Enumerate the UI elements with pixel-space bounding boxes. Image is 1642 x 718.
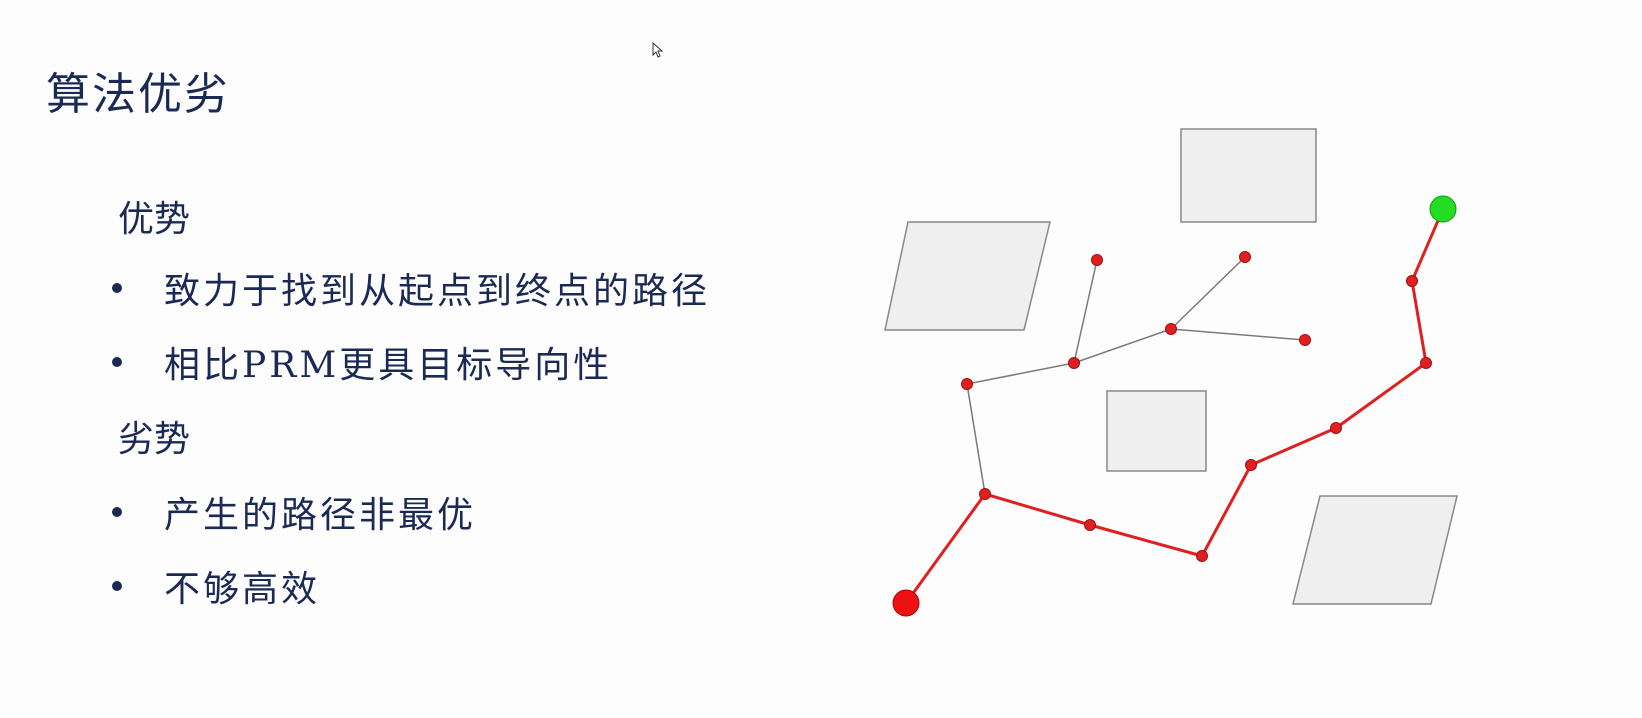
obstacle-parallelogram	[884, 221, 1051, 331]
path-node	[1330, 422, 1342, 434]
tree-edge	[966, 383, 986, 495]
path-node	[1420, 357, 1432, 369]
tree-edge	[966, 362, 1075, 385]
path-node	[1245, 459, 1257, 471]
path-node	[1406, 275, 1418, 287]
tree-node	[1239, 251, 1251, 263]
path-node	[1084, 519, 1096, 531]
obstacle-parallelogram	[1292, 495, 1458, 605]
tree-node	[1165, 323, 1177, 335]
obstacle-rect	[1106, 390, 1207, 472]
tree-edge	[1170, 256, 1246, 330]
tree-node	[979, 488, 991, 500]
goal-node	[1429, 195, 1457, 223]
tree-node	[1299, 334, 1311, 346]
tree-node	[1068, 357, 1080, 369]
rrt-diagram	[884, 128, 1458, 617]
tree-edge	[1073, 328, 1172, 364]
tree-edge	[1073, 259, 1098, 364]
obstacle-rect	[1180, 128, 1317, 223]
tree-node	[961, 378, 973, 390]
path-node	[1196, 550, 1208, 562]
tree-node	[1091, 254, 1103, 266]
start-node	[892, 589, 920, 617]
tree-edge	[1170, 328, 1306, 341]
